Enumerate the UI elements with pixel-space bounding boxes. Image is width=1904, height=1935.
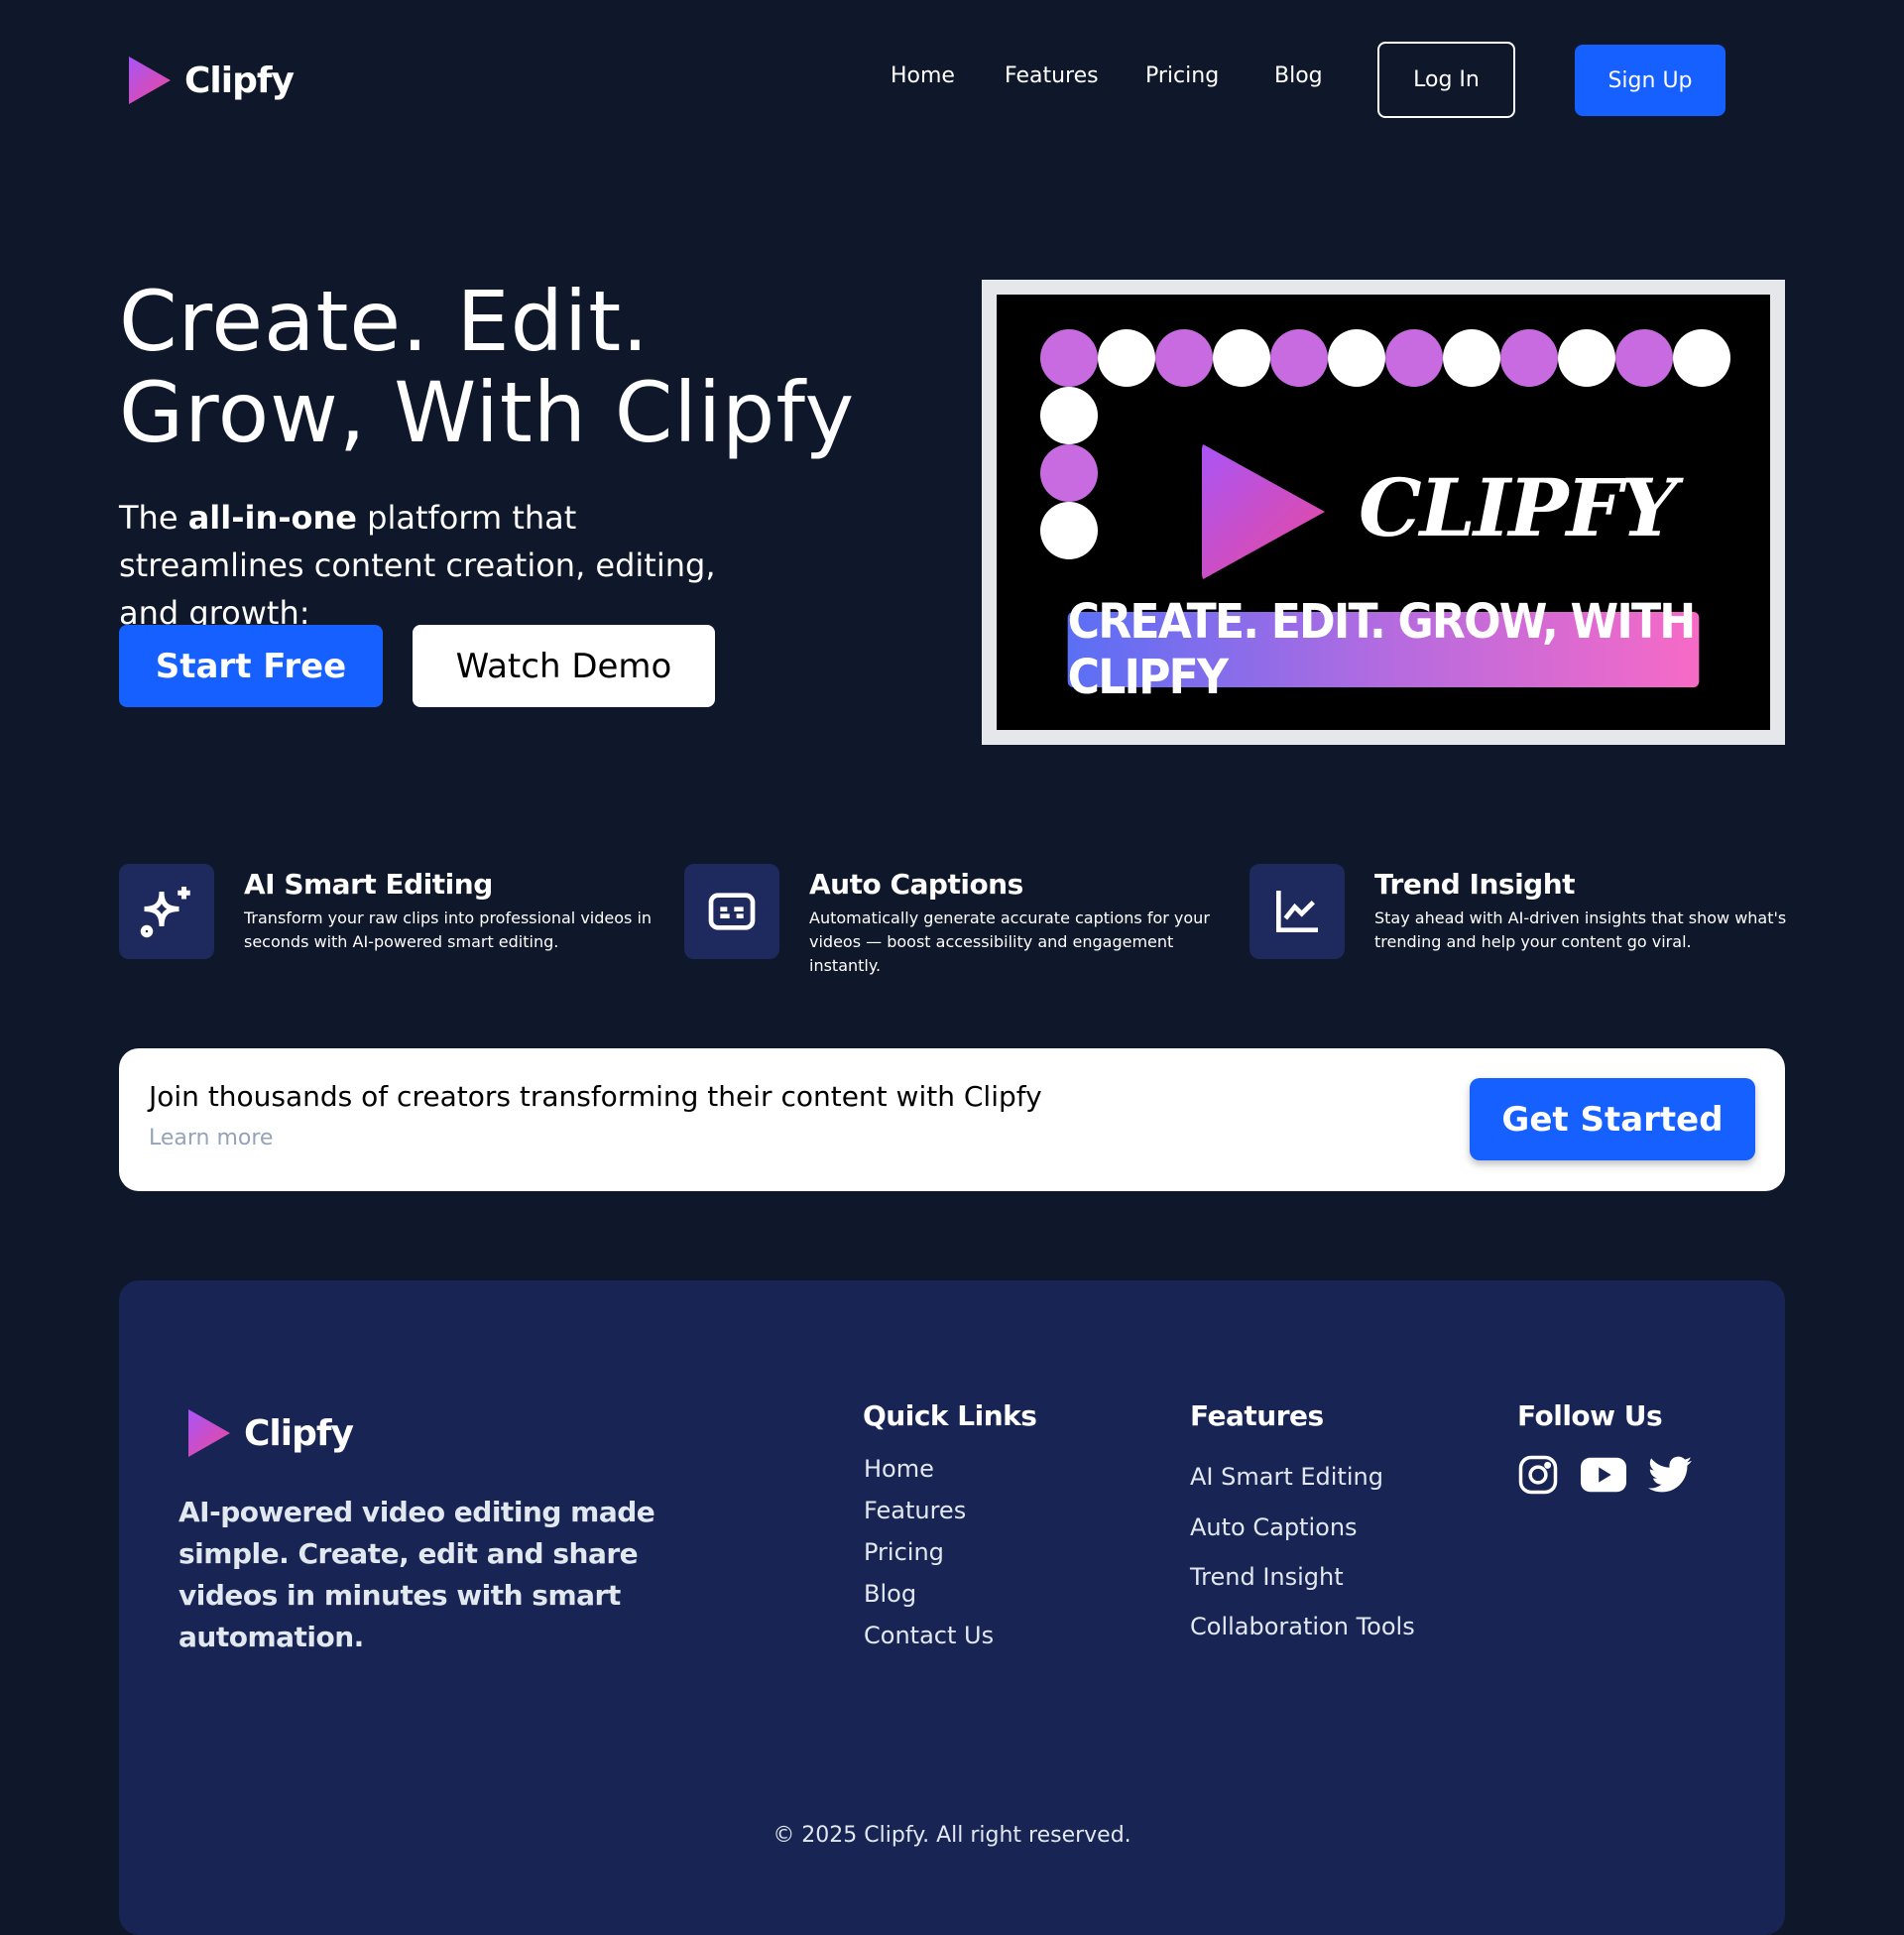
signup-button[interactable]: Sign Up [1575,45,1726,116]
feature-desc: Transform your raw clips into profession… [244,908,653,951]
follow-us-heading: Follow Us [1517,1399,1663,1432]
image-wordmark: CLIPFY [1359,461,1677,554]
watch-demo-button[interactable]: Watch Demo [413,625,715,707]
play-logo-icon [129,57,171,104]
dot [1040,444,1098,502]
learn-more-link[interactable]: Learn more [149,1126,273,1150]
dot [1443,329,1500,387]
footer-link-features[interactable]: Features [864,1497,966,1524]
footer-link-pricing[interactable]: Pricing [864,1538,944,1566]
nav-pricing[interactable]: Pricing [1145,63,1219,88]
youtube-icon[interactable] [1581,1457,1626,1493]
footer-feature-link[interactable]: Trend Insight [1190,1563,1344,1591]
feature-desc: Automatically generate accurate captions… [809,908,1210,975]
footer-logo[interactable]: Clipfy [188,1409,354,1457]
cta-text: Join thousands of creators transforming … [149,1080,1042,1113]
play-logo-icon [188,1409,230,1457]
features-heading: Features [1190,1399,1324,1432]
brand-name: Clipfy [184,60,295,101]
footer-link-blog[interactable]: Blog [864,1580,916,1608]
sparkles-icon [119,864,214,959]
social-icons [1517,1454,1692,1496]
feature-auto-captions: Auto Captions Automatically generate accu… [684,864,1240,978]
footer-feature-link[interactable]: Auto Captions [1190,1513,1358,1541]
hero-subtitle: The all-in-one platform that streamlines… [119,499,716,632]
captions-icon [684,864,779,959]
brand-logo[interactable]: Clipfy [129,57,295,104]
dot [1673,329,1730,387]
instagram-icon[interactable] [1517,1454,1559,1496]
dot [1098,329,1155,387]
hero-title: Create. Edit. Grow, With Clipfy [119,273,856,461]
chart-line-icon [1250,864,1345,959]
dot [1328,329,1385,387]
feature-title: AI Smart Editing [244,868,493,901]
footer-link-contact[interactable]: Contact Us [864,1622,994,1649]
dot [1558,329,1615,387]
footer-feature-link[interactable]: AI Smart Editing [1190,1463,1383,1491]
dot [1615,329,1673,387]
footer-link-home[interactable]: Home [864,1455,934,1483]
image-tagline: CREATE. EDIT. GROW, WITH CLIPFY [1067,594,1700,705]
feature-title: Auto Captions [809,868,1023,901]
hero-image: CLIPFY CREATE. EDIT. GROW, WITH CLIPFY [982,280,1785,745]
footer-description: AI-powered video editing made simple. Cr… [178,1496,655,1653]
get-started-button[interactable]: Get Started [1470,1078,1755,1160]
dot [1385,329,1443,387]
feature-title: Trend Insight [1374,868,1576,901]
nav-home[interactable]: Home [891,63,955,88]
dot [1500,329,1558,387]
start-free-button[interactable]: Start Free [119,625,383,707]
copyright: © 2025 Clipfy. All right reserved. [773,1823,1131,1848]
nav-features[interactable]: Features [1005,63,1099,88]
twitter-icon[interactable] [1648,1456,1692,1494]
footer-feature-link[interactable]: Collaboration Tools [1190,1613,1415,1640]
play-icon [1202,443,1325,580]
feature-desc: Stay ahead with AI-driven insights that … [1374,908,1787,951]
dot [1040,387,1098,444]
nav-blog[interactable]: Blog [1274,63,1323,88]
dot [1155,329,1213,387]
feature-ai-smart-editing: AI Smart Editing Transform your raw clips… [119,864,674,959]
dot [1213,329,1270,387]
quick-links-heading: Quick Links [863,1399,1037,1432]
cta-banner: Join thousands of creators transforming … [119,1048,1785,1191]
dot [1040,502,1098,559]
feature-trend-insight: Trend Insight Stay ahead with AI-driven i… [1250,864,1805,959]
dot [1040,329,1098,387]
login-button[interactable]: Log In [1377,42,1515,118]
footer: Clipfy AI-powered video editing made sim… [119,1280,1785,1935]
dot [1270,329,1328,387]
